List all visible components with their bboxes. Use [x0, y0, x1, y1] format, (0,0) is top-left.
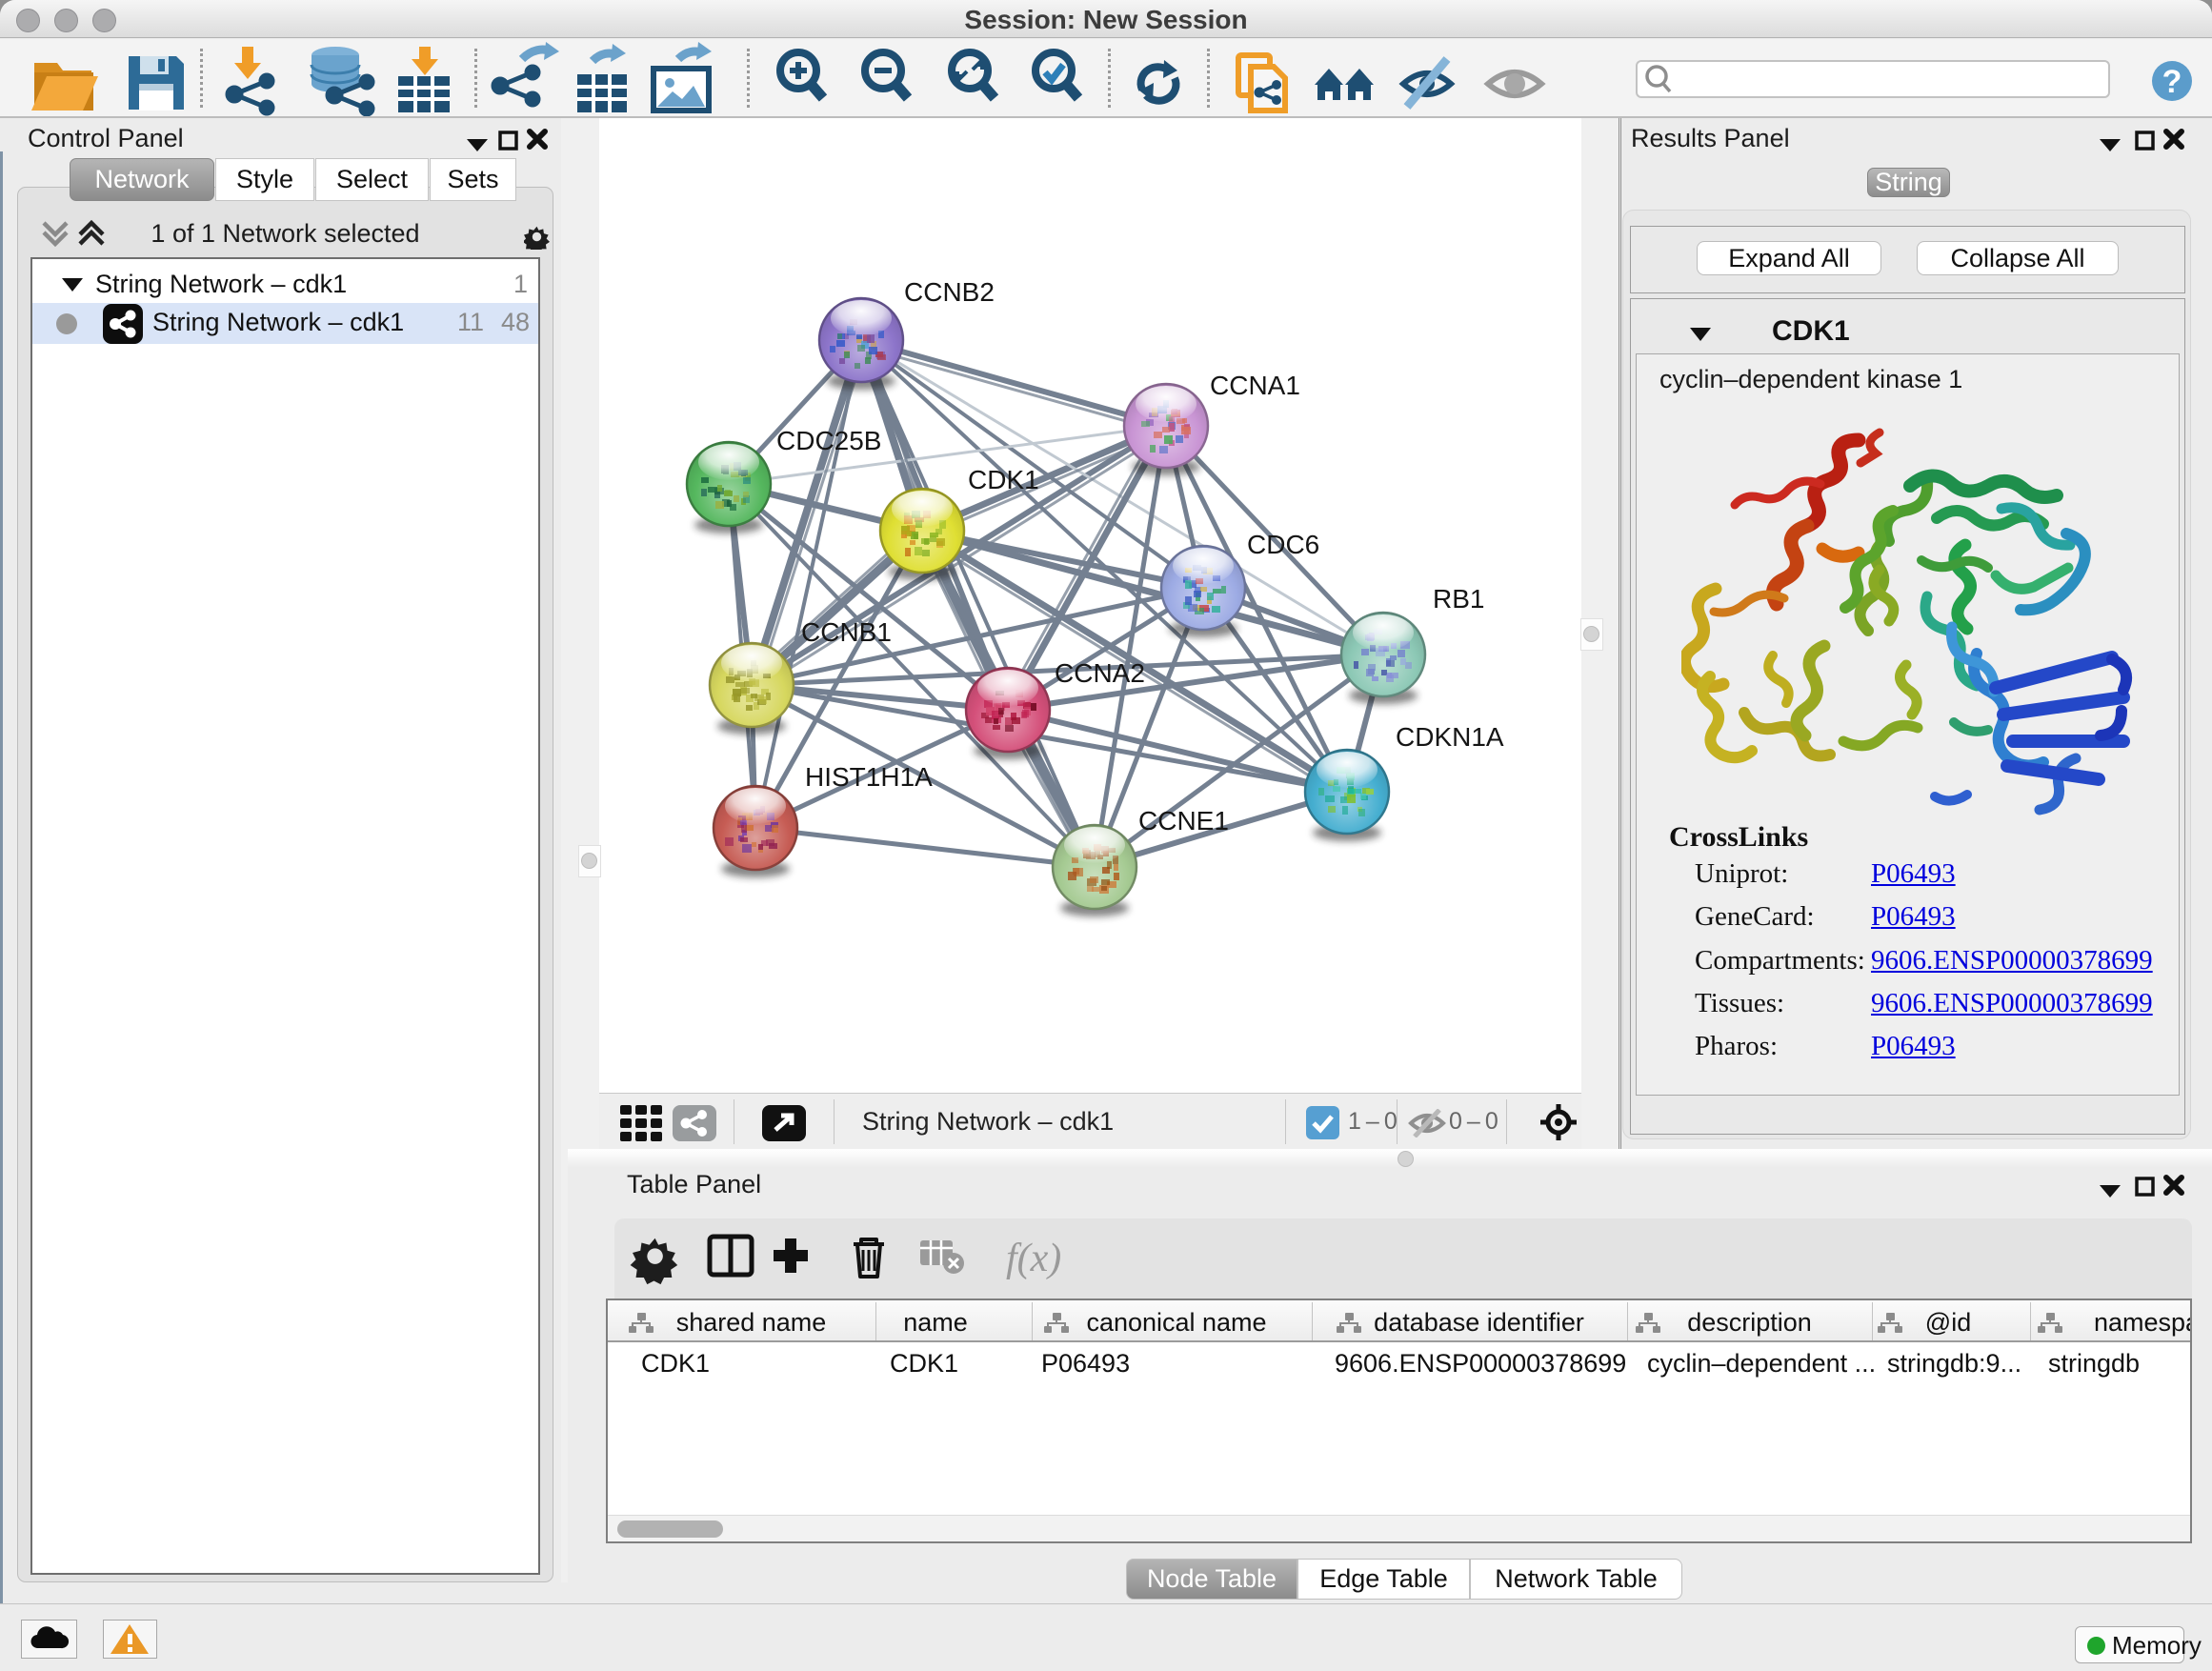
svg-text:CDC6: CDC6 [1247, 530, 1319, 559]
svg-text:HIST1H1A: HIST1H1A [805, 762, 933, 792]
svg-text:CCNB1: CCNB1 [801, 617, 892, 647]
svg-text:CCNA2: CCNA2 [1055, 658, 1145, 688]
svg-text:CDC25B: CDC25B [776, 426, 881, 455]
svg-text:RB1: RB1 [1433, 584, 1484, 614]
svg-text:f(x): f(x) [1006, 1237, 1061, 1280]
svg-text:CCNA1: CCNA1 [1210, 371, 1300, 400]
svg-text:CCNE1: CCNE1 [1138, 806, 1229, 836]
svg-text:CCNB2: CCNB2 [904, 277, 995, 307]
svg-text:CDK1: CDK1 [968, 465, 1039, 494]
svg-text:?: ? [2162, 64, 2182, 100]
svg-text:CDKN1A: CDKN1A [1396, 722, 1504, 752]
